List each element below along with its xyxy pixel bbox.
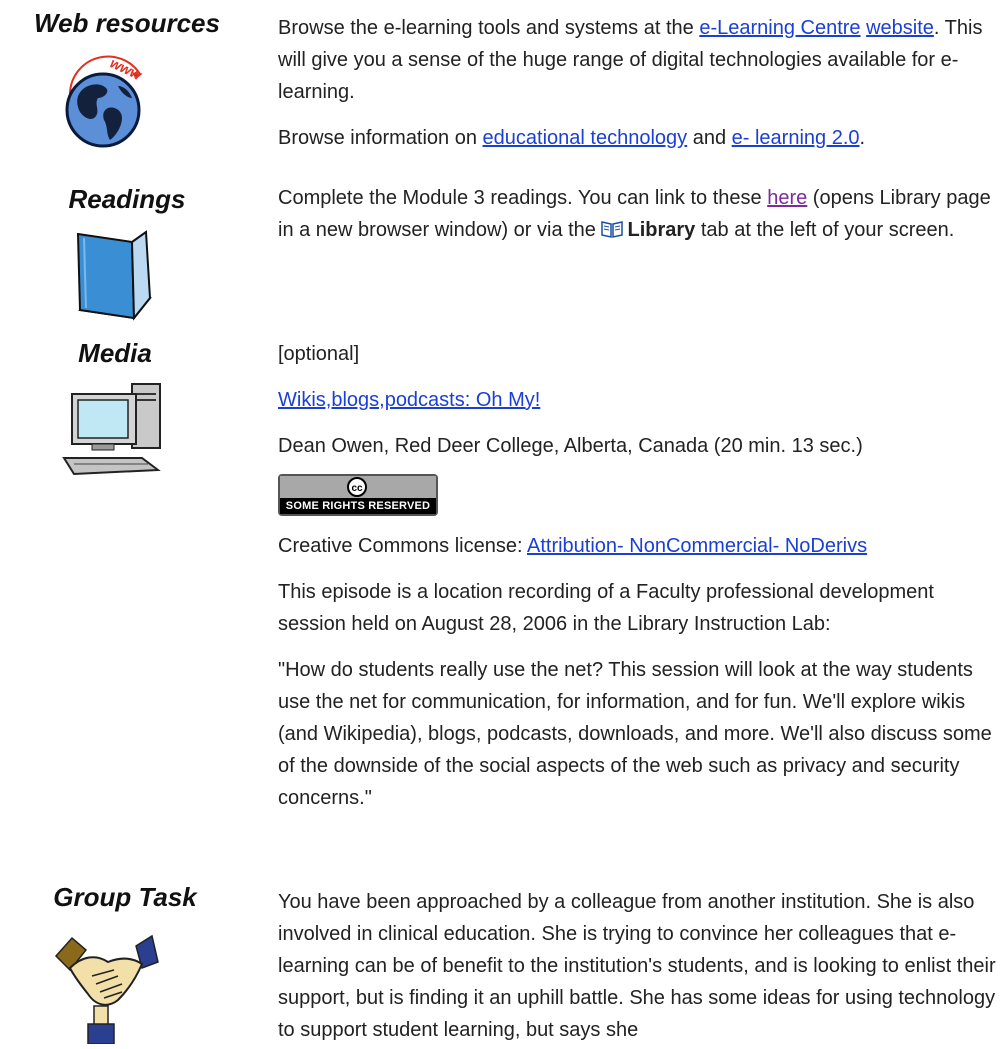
web-resources-text: Browse information on xyxy=(278,127,483,149)
library-tab-label: Library xyxy=(627,219,696,241)
library-book-icon xyxy=(601,216,624,248)
web-resources-heading: Web resources xyxy=(34,8,220,38)
web-resources-paragraph-1: Browse the e-learning tools and systems … xyxy=(278,12,1003,108)
media-heading: Media xyxy=(78,338,152,368)
readings-text: tab at the left of your screen. xyxy=(695,219,955,241)
media-quote: "How do students really use the net? Thi… xyxy=(278,659,992,809)
wikis-blogs-podcasts-link[interactable]: Wikis,blogs,podcasts: Oh My! xyxy=(278,389,540,411)
cc-icon: cc xyxy=(347,477,367,497)
readings-content: Complete the Module 3 readings. You can … xyxy=(278,182,1003,248)
group-task-content: You have been approached by a colleague … xyxy=(278,886,1003,1046)
book-icon xyxy=(72,228,162,322)
cc-some-rights-reserved-badge[interactable]: cc SOME RIGHTS RESERVED xyxy=(278,474,438,516)
media-optional: [optional] xyxy=(278,343,360,365)
license-label: Creative Commons license: xyxy=(278,535,527,557)
readings-text: Complete the Module 3 readings. You can … xyxy=(278,187,768,209)
media-license: Creative Commons license: Attribution- N… xyxy=(278,530,1003,562)
readings-paragraph: Complete the Module 3 readings. You can … xyxy=(278,182,1003,248)
group-task-paragraph: You have been approached by a colleague … xyxy=(278,891,996,1041)
web-resources-paragraph-2: Browse information on educational techno… xyxy=(278,122,1003,154)
web-resources-content: Browse the e-learning tools and systems … xyxy=(278,12,1003,154)
web-resources-text: . xyxy=(859,127,866,149)
web-resources-text: Browse the e-learning tools and systems … xyxy=(278,17,700,39)
readings-heading: Readings xyxy=(68,184,186,214)
cc-badge-text: SOME RIGHTS RESERVED xyxy=(280,498,436,514)
media-content: [optional] Wikis,blogs,podcasts: Oh My! … xyxy=(278,338,1003,814)
educational-technology-link[interactable]: educational technology xyxy=(483,127,688,149)
cc-license-link[interactable]: Attribution- NonCommercial- NoDerivs xyxy=(527,535,867,557)
computer-icon xyxy=(58,380,168,476)
readings-here-link[interactable]: here xyxy=(767,187,807,209)
media-episode-description: This episode is a location recording of … xyxy=(278,581,934,635)
group-task-heading: Group Task xyxy=(53,882,197,912)
media-credit: Dean Owen, Red Deer College, Alberta, Ca… xyxy=(278,435,863,457)
elearning-centre-website-link[interactable]: website xyxy=(866,17,934,39)
web-resources-text: and xyxy=(687,127,732,149)
handshake-icon xyxy=(52,928,162,1045)
media-video-paragraph: Wikis,blogs,podcasts: Oh My! xyxy=(278,384,1003,416)
elearning-2-link[interactable]: e- learning 2.0 xyxy=(732,127,860,149)
globe-www-icon: www xyxy=(48,52,158,152)
elearning-centre-link[interactable]: e-Learning Centre xyxy=(699,17,860,39)
